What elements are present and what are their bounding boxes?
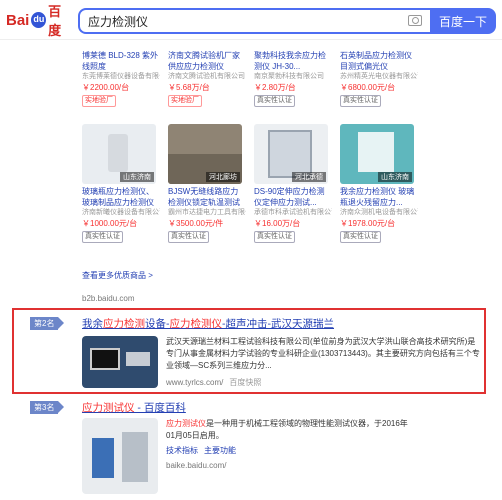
product-title[interactable]: 我余应力检测仪 玻璃瓶退火残留应力... <box>340 186 418 208</box>
region-label: 山东济南 <box>120 172 154 182</box>
product-tag: 实地验厂 <box>168 95 202 107</box>
product-shop: 济南文腾试验机有限公司 <box>168 73 245 80</box>
product-tag: 真实性认证 <box>340 231 381 243</box>
product-shop: 东莞博莱德仪器设备有限公司 <box>82 73 160 80</box>
baidu-logo[interactable]: Bai 百度 <box>6 4 72 38</box>
product-price: ￥6800.00元/台 <box>340 83 396 92</box>
product-price: ￥5.68万/台 <box>168 83 210 92</box>
sub-link[interactable]: 主要功能 <box>204 446 236 455</box>
product-image[interactable]: 山东济南 <box>340 124 414 184</box>
product-tag: 真实性认证 <box>340 95 381 107</box>
region-label: 河北承德 <box>292 172 326 182</box>
result-description: 武汉天源瑞兰材料工程试验科技有限公司(单位前身为武汉大学洪山联合高技术研究所)是… <box>166 337 480 370</box>
product-tag: 真实性认证 <box>254 95 295 107</box>
logo-text: Bai <box>6 11 30 29</box>
search-box <box>78 8 430 34</box>
product-shop: 承德市科承试验机有限公司 <box>254 209 332 216</box>
result-url[interactable]: www.tyrlcs.com/ <box>166 378 223 387</box>
product-item[interactable]: 山东济南 玻璃瓶应力检测仪、玻璃制品应力检测仪 济南新曦仪器设备有限公司 ￥10… <box>82 124 160 243</box>
product-tag: 真实性认证 <box>254 231 295 243</box>
product-price: ￥2.80万/台 <box>254 83 296 92</box>
product-item[interactable]: 河北承德 DS-90定伸应力检测仪定伸应力测试... 承德市科承试验机有限公司 … <box>254 124 332 243</box>
product-image[interactable]: 河北廊坊 <box>168 124 242 184</box>
product-item[interactable]: 山东济南 我余应力检测仪 玻璃瓶退火残留应力... 济南众测机电设备有限公司 ￥… <box>340 124 418 243</box>
product-shop: 苏州精英光电仪器有限公司 <box>340 73 418 80</box>
product-title[interactable]: 博莱德 BLD-328 紫外线照度 <box>82 50 160 72</box>
camera-icon[interactable] <box>408 15 422 26</box>
result-thumbnail[interactable] <box>82 418 158 494</box>
source-url[interactable]: b2b.baidu.com <box>82 294 134 303</box>
product-shop: 济南众测机电设备有限公司 <box>340 209 418 216</box>
product-title[interactable]: 石英制品应力检测仪目测式偏光仪 <box>340 50 418 72</box>
rank-badge: 第2名 <box>30 317 66 330</box>
product-tag: 真实性认证 <box>168 231 209 243</box>
product-title[interactable]: BJSW无缝线路应力检测仪锁定轨温测试仪 <box>168 186 246 208</box>
product-price: ￥2200.00/台 <box>82 83 130 92</box>
result-title-link[interactable]: 应力测试仪 - 百度百科 <box>82 400 186 415</box>
product-shop: 霸州市达捷电力工具有限公司 <box>168 209 246 216</box>
more-products-link[interactable]: 查看更多优质商品 > <box>82 270 153 281</box>
product-price: ￥1000.00元/台 <box>82 219 138 228</box>
product-item[interactable]: 石英制品应力检测仪目测式偏光仪 苏州精英光电仪器有限公司 ￥6800.00元/台… <box>340 50 418 107</box>
product-shop: 南京聚勃科技有限公司 <box>254 73 324 80</box>
product-shop: 济南新曦仪器设备有限公司 <box>82 209 160 216</box>
sub-link[interactable]: 技术指标 <box>166 446 198 455</box>
logo-cn-text: 百度 <box>48 4 62 38</box>
product-card: 博莱德 BLD-328 紫外线照度 东莞博莱德仪器设备有限公司 ￥2200.00… <box>76 40 422 285</box>
product-price: ￥1978.00元/台 <box>340 219 396 228</box>
result-thumbnail[interactable] <box>82 336 158 388</box>
result-description: 应力测试仪是一种用于机械工程领域的物理性能测试仪器，于2016年01月05日启用… <box>166 419 408 440</box>
product-title[interactable]: 玻璃瓶应力检测仪、玻璃制品应力检测仪 <box>82 186 160 208</box>
product-tag: 真实性认证 <box>82 231 123 243</box>
product-price: ￥3500.00元/件 <box>168 219 224 228</box>
product-tag: 实地验厂 <box>82 95 116 107</box>
search-button[interactable]: 百度一下 <box>430 8 496 34</box>
region-label: 河北廊坊 <box>206 172 240 182</box>
search-input[interactable] <box>80 10 380 32</box>
product-item[interactable]: 济南文腾试验机厂家供应应力检测仪 济南文腾试验机有限公司 ￥5.68万/台 实地… <box>168 50 246 107</box>
product-item[interactable]: 聚勃科技我余应力检测仪 JH-30... 南京聚勃科技有限公司 ￥2.80万/台… <box>254 50 332 107</box>
product-item[interactable]: 博莱德 BLD-328 紫外线照度 东莞博莱德仪器设备有限公司 ￥2200.00… <box>82 50 160 107</box>
result-title-link[interactable]: 我余应力检测设备-应力检测仪-超声冲击-武汉天源瑞兰 <box>82 316 334 331</box>
product-image[interactable]: 河北承德 <box>254 124 328 184</box>
rank-badge: 第3名 <box>30 401 66 414</box>
search-header: Bai 百度 百度一下 <box>0 0 502 40</box>
snapshot-link[interactable]: 百度快照 <box>229 378 261 387</box>
product-title[interactable]: 济南文腾试验机厂家供应应力检测仪 <box>168 50 246 72</box>
region-label: 山东济南 <box>378 172 412 182</box>
product-title[interactable]: DS-90定伸应力检测仪定伸应力测试... <box>254 186 332 208</box>
product-image[interactable]: 山东济南 <box>82 124 156 184</box>
sub-links: 技术指标 主要功能 <box>166 445 242 456</box>
product-price: ￥16.00万/台 <box>254 219 301 228</box>
product-item[interactable]: 河北廊坊 BJSW无缝线路应力检测仪锁定轨温测试仪 霸州市达捷电力工具有限公司 … <box>168 124 246 243</box>
result-meta: www.tyrlcs.com/百度快照 <box>166 377 261 388</box>
paw-icon <box>31 12 47 28</box>
product-title[interactable]: 聚勃科技我余应力检测仪 JH-30... <box>254 50 332 72</box>
result-url[interactable]: baike.baidu.com/ <box>166 461 226 470</box>
